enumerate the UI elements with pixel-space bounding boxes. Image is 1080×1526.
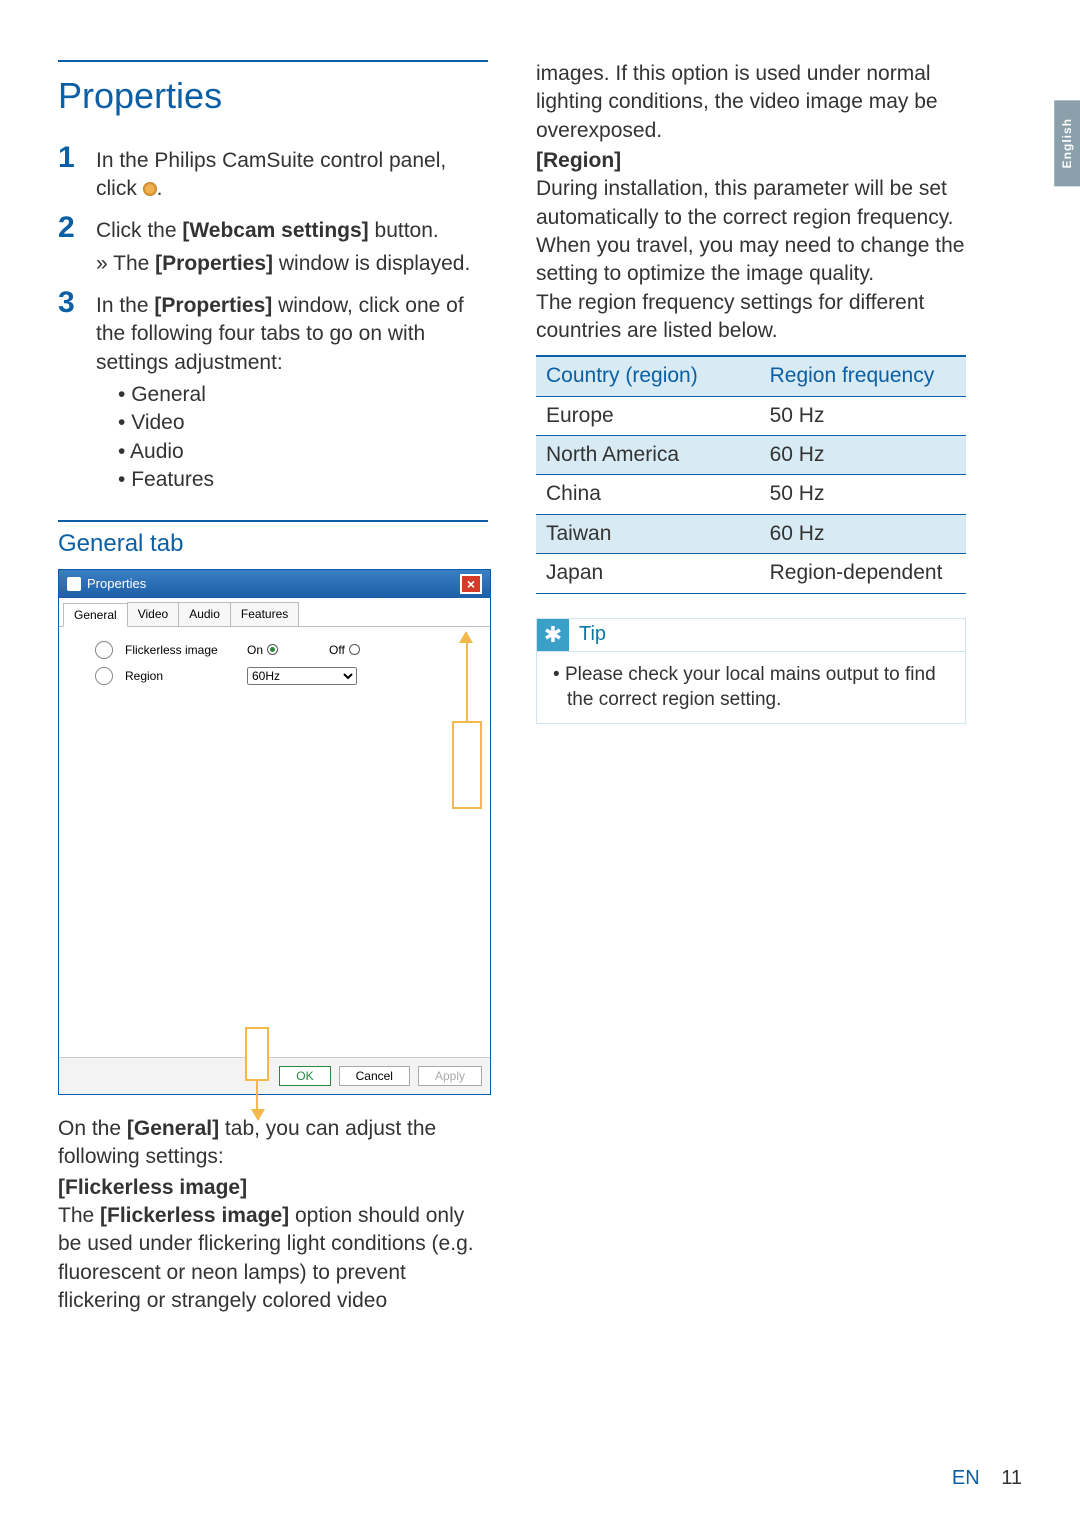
callout-box-2: [245, 1027, 269, 1081]
language-tab: English: [1054, 100, 1080, 186]
region-icon: [95, 667, 113, 685]
tab-features[interactable]: Features: [230, 602, 299, 626]
bullet-audio: Audio: [118, 438, 488, 466]
flicker-on[interactable]: On: [247, 642, 317, 658]
step-1: In the Philips CamSuite control panel, c…: [58, 143, 488, 204]
step-2-pre: Click the: [96, 219, 182, 242]
footer-page-number: 11: [1001, 1467, 1022, 1489]
app-icon: [67, 577, 81, 591]
freq-table-body: Europe50 Hz North America60 Hz China50 H…: [536, 396, 966, 593]
step-2-post: button.: [369, 219, 439, 242]
step-2-sub: The [Properties] window is displayed.: [96, 250, 488, 278]
tab-audio[interactable]: Audio: [178, 602, 231, 626]
page-footer: EN 11: [952, 1465, 1022, 1492]
tab-general[interactable]: General: [63, 603, 128, 627]
region-select[interactable]: 60Hz: [247, 667, 357, 685]
table-row: Taiwan60 Hz: [536, 514, 966, 553]
step-3-pre: In the: [96, 294, 154, 317]
callout-box-1: [452, 721, 482, 809]
general-tab-heading: General tab: [58, 528, 488, 560]
flicker-label: Flickerless image: [125, 642, 235, 658]
callout-line-1: [466, 639, 468, 721]
tip-box: ✱ Tip Please check your local mains outp…: [536, 618, 966, 724]
flicker-icon: [95, 641, 113, 659]
table-row: JapanRegion-dependent: [536, 554, 966, 593]
radio-off-icon: [349, 644, 360, 655]
bullet-video: Video: [118, 409, 488, 437]
flickerless-body: The [Flickerless image] option should on…: [58, 1202, 488, 1315]
apply-button[interactable]: Apply: [418, 1066, 482, 1086]
region-head: [Region]: [536, 147, 966, 175]
step-2-bold: [Webcam settings]: [182, 219, 368, 242]
page-content: Properties In the Philips CamSuite contr…: [0, 0, 1080, 1315]
flicker-off[interactable]: Off: [329, 642, 399, 658]
below-dialog-text: On the [General] tab, you can adjust the…: [58, 1115, 488, 1315]
left-column: Properties In the Philips CamSuite contr…: [58, 60, 488, 1315]
step-3: In the [Properties] window, click one of…: [58, 288, 488, 494]
cancel-button[interactable]: Cancel: [339, 1066, 410, 1086]
step-3-bullets: General Video Audio Features: [118, 381, 488, 494]
footer-lang: EN: [952, 1467, 980, 1489]
general-tab-rule: [58, 520, 488, 522]
dialog-title: Properties: [87, 575, 146, 593]
tab-video[interactable]: Video: [127, 602, 179, 626]
step-2: Click the [Webcam settings] button. The …: [58, 213, 488, 278]
bullet-features: Features: [118, 466, 488, 494]
step-3-bold: [Properties]: [154, 294, 272, 317]
callout-arrow-2-icon: [251, 1109, 265, 1121]
tip-label: Tip: [569, 621, 616, 648]
steps-list: In the Philips CamSuite control panel, c…: [58, 143, 488, 495]
region-label: Region: [125, 668, 235, 684]
right-continuation: images. If this option is used under nor…: [536, 60, 966, 145]
title-rule: [58, 60, 488, 62]
region-p1: During installation, this parameter will…: [536, 175, 966, 288]
th-frequency: Region frequency: [760, 356, 966, 396]
settings-icon: [143, 182, 157, 196]
region-frequency-table: Country (region) Region frequency Europe…: [536, 355, 966, 593]
page-title: Properties: [58, 72, 488, 121]
dialog-panel: Flickerless image On Off Region 60Hz: [59, 627, 490, 1057]
th-country: Country (region): [536, 356, 760, 396]
step-1-period: .: [157, 177, 163, 200]
flickerless-head: [Flickerless image]: [58, 1174, 488, 1202]
table-row: China50 Hz: [536, 475, 966, 514]
right-column: images. If this option is used under nor…: [536, 60, 966, 1315]
radio-on-icon: [267, 644, 278, 655]
tip-icon: ✱: [537, 619, 569, 651]
dialog-footer: OK Cancel Apply: [59, 1057, 490, 1094]
close-icon[interactable]: ×: [460, 574, 482, 594]
region-row: Region 60Hz: [69, 667, 480, 685]
tip-body: Please check your local mains output to …: [553, 662, 949, 713]
properties-dialog: Properties × General Video Audio Feature…: [58, 569, 491, 1095]
dialog-titlebar: Properties ×: [59, 570, 490, 598]
ok-button[interactable]: OK: [279, 1066, 330, 1086]
dialog-tabs: General Video Audio Features: [59, 598, 490, 627]
region-p2: The region frequency settings for differ…: [536, 289, 966, 346]
bullet-general: General: [118, 381, 488, 409]
table-row: Europe50 Hz: [536, 396, 966, 435]
table-row: North America60 Hz: [536, 436, 966, 475]
flickerless-row: Flickerless image On Off: [69, 641, 480, 659]
